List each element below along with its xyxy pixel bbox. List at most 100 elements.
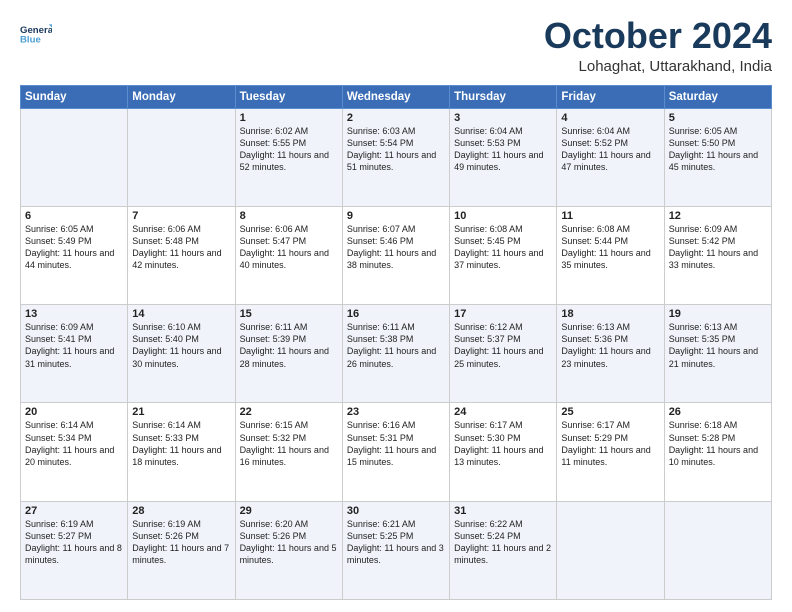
month-title: October 2024 (544, 16, 772, 56)
location: Lohaghat, Uttarakhand, India (544, 58, 772, 75)
day-number: 31 (454, 505, 552, 517)
calendar-cell: 29 Sunrise: 6:20 AMSunset: 5:26 PMDaylig… (235, 501, 342, 599)
calendar-cell: 14 Sunrise: 6:10 AMSunset: 5:40 PMDaylig… (128, 305, 235, 403)
calendar-cell: 10 Sunrise: 6:08 AMSunset: 5:45 PMDaylig… (450, 206, 557, 304)
calendar-cell: 1 Sunrise: 6:02 AMSunset: 5:55 PMDayligh… (235, 108, 342, 206)
calendar-cell: 19 Sunrise: 6:13 AMSunset: 5:35 PMDaylig… (664, 305, 771, 403)
page: General Blue October 2024 Lohaghat, Utta… (0, 0, 792, 612)
calendar-cell: 20 Sunrise: 6:14 AMSunset: 5:34 PMDaylig… (21, 403, 128, 501)
calendar-table: SundayMondayTuesdayWednesdayThursdayFrid… (20, 85, 772, 600)
day-number: 26 (669, 406, 767, 418)
calendar-cell: 3 Sunrise: 6:04 AMSunset: 5:53 PMDayligh… (450, 108, 557, 206)
day-number: 13 (25, 308, 123, 320)
cell-info: Sunrise: 6:09 AMSunset: 5:41 PMDaylight:… (25, 321, 123, 370)
day-number: 25 (561, 406, 659, 418)
calendar-cell (557, 501, 664, 599)
calendar-cell: 28 Sunrise: 6:19 AMSunset: 5:26 PMDaylig… (128, 501, 235, 599)
calendar-cell: 12 Sunrise: 6:09 AMSunset: 5:42 PMDaylig… (664, 206, 771, 304)
cell-info: Sunrise: 6:03 AMSunset: 5:54 PMDaylight:… (347, 125, 445, 174)
day-number: 24 (454, 406, 552, 418)
calendar-cell (664, 501, 771, 599)
calendar-cell: 31 Sunrise: 6:22 AMSunset: 5:24 PMDaylig… (450, 501, 557, 599)
day-header-wednesday: Wednesday (342, 85, 449, 108)
title-block: October 2024 Lohaghat, Uttarakhand, Indi… (544, 16, 772, 75)
cell-info: Sunrise: 6:05 AMSunset: 5:49 PMDaylight:… (25, 223, 123, 272)
day-number: 17 (454, 308, 552, 320)
calendar-cell: 23 Sunrise: 6:16 AMSunset: 5:31 PMDaylig… (342, 403, 449, 501)
cell-info: Sunrise: 6:19 AMSunset: 5:26 PMDaylight:… (132, 518, 230, 567)
calendar-cell: 26 Sunrise: 6:18 AMSunset: 5:28 PMDaylig… (664, 403, 771, 501)
day-number: 22 (240, 406, 338, 418)
cell-info: Sunrise: 6:12 AMSunset: 5:37 PMDaylight:… (454, 321, 552, 370)
day-number: 3 (454, 112, 552, 124)
day-number: 20 (25, 406, 123, 418)
calendar-header-row: SundayMondayTuesdayWednesdayThursdayFrid… (21, 85, 772, 108)
week-row-3: 13 Sunrise: 6:09 AMSunset: 5:41 PMDaylig… (21, 305, 772, 403)
day-header-monday: Monday (128, 85, 235, 108)
calendar-cell: 15 Sunrise: 6:11 AMSunset: 5:39 PMDaylig… (235, 305, 342, 403)
cell-info: Sunrise: 6:15 AMSunset: 5:32 PMDaylight:… (240, 419, 338, 468)
cell-info: Sunrise: 6:18 AMSunset: 5:28 PMDaylight:… (669, 419, 767, 468)
day-number: 5 (669, 112, 767, 124)
cell-info: Sunrise: 6:07 AMSunset: 5:46 PMDaylight:… (347, 223, 445, 272)
header: General Blue October 2024 Lohaghat, Utta… (20, 16, 772, 75)
cell-info: Sunrise: 6:08 AMSunset: 5:45 PMDaylight:… (454, 223, 552, 272)
day-number: 18 (561, 308, 659, 320)
day-header-thursday: Thursday (450, 85, 557, 108)
calendar-cell: 22 Sunrise: 6:15 AMSunset: 5:32 PMDaylig… (235, 403, 342, 501)
week-row-4: 20 Sunrise: 6:14 AMSunset: 5:34 PMDaylig… (21, 403, 772, 501)
cell-info: Sunrise: 6:10 AMSunset: 5:40 PMDaylight:… (132, 321, 230, 370)
day-header-tuesday: Tuesday (235, 85, 342, 108)
day-number: 2 (347, 112, 445, 124)
cell-info: Sunrise: 6:14 AMSunset: 5:33 PMDaylight:… (132, 419, 230, 468)
cell-info: Sunrise: 6:04 AMSunset: 5:52 PMDaylight:… (561, 125, 659, 174)
cell-info: Sunrise: 6:05 AMSunset: 5:50 PMDaylight:… (669, 125, 767, 174)
calendar-cell: 27 Sunrise: 6:19 AMSunset: 5:27 PMDaylig… (21, 501, 128, 599)
cell-info: Sunrise: 6:16 AMSunset: 5:31 PMDaylight:… (347, 419, 445, 468)
cell-info: Sunrise: 6:13 AMSunset: 5:36 PMDaylight:… (561, 321, 659, 370)
day-header-sunday: Sunday (21, 85, 128, 108)
day-number: 28 (132, 505, 230, 517)
day-number: 29 (240, 505, 338, 517)
day-number: 11 (561, 210, 659, 222)
cell-info: Sunrise: 6:22 AMSunset: 5:24 PMDaylight:… (454, 518, 552, 567)
day-number: 21 (132, 406, 230, 418)
cell-info: Sunrise: 6:11 AMSunset: 5:39 PMDaylight:… (240, 321, 338, 370)
day-number: 1 (240, 112, 338, 124)
day-number: 14 (132, 308, 230, 320)
cell-info: Sunrise: 6:08 AMSunset: 5:44 PMDaylight:… (561, 223, 659, 272)
calendar-cell: 25 Sunrise: 6:17 AMSunset: 5:29 PMDaylig… (557, 403, 664, 501)
calendar-cell: 11 Sunrise: 6:08 AMSunset: 5:44 PMDaylig… (557, 206, 664, 304)
cell-info: Sunrise: 6:06 AMSunset: 5:48 PMDaylight:… (132, 223, 230, 272)
calendar-cell: 30 Sunrise: 6:21 AMSunset: 5:25 PMDaylig… (342, 501, 449, 599)
day-number: 19 (669, 308, 767, 320)
calendar-cell: 17 Sunrise: 6:12 AMSunset: 5:37 PMDaylig… (450, 305, 557, 403)
day-number: 6 (25, 210, 123, 222)
calendar-cell: 4 Sunrise: 6:04 AMSunset: 5:52 PMDayligh… (557, 108, 664, 206)
day-header-friday: Friday (557, 85, 664, 108)
cell-info: Sunrise: 6:17 AMSunset: 5:29 PMDaylight:… (561, 419, 659, 468)
calendar-cell: 16 Sunrise: 6:11 AMSunset: 5:38 PMDaylig… (342, 305, 449, 403)
day-header-saturday: Saturday (664, 85, 771, 108)
day-number: 10 (454, 210, 552, 222)
cell-info: Sunrise: 6:21 AMSunset: 5:25 PMDaylight:… (347, 518, 445, 567)
cell-info: Sunrise: 6:09 AMSunset: 5:42 PMDaylight:… (669, 223, 767, 272)
cell-info: Sunrise: 6:14 AMSunset: 5:34 PMDaylight:… (25, 419, 123, 468)
cell-info: Sunrise: 6:17 AMSunset: 5:30 PMDaylight:… (454, 419, 552, 468)
calendar-cell (21, 108, 128, 206)
cell-info: Sunrise: 6:04 AMSunset: 5:53 PMDaylight:… (454, 125, 552, 174)
calendar-cell: 13 Sunrise: 6:09 AMSunset: 5:41 PMDaylig… (21, 305, 128, 403)
calendar-cell: 6 Sunrise: 6:05 AMSunset: 5:49 PMDayligh… (21, 206, 128, 304)
calendar-cell: 5 Sunrise: 6:05 AMSunset: 5:50 PMDayligh… (664, 108, 771, 206)
cell-info: Sunrise: 6:06 AMSunset: 5:47 PMDaylight:… (240, 223, 338, 272)
day-number: 15 (240, 308, 338, 320)
day-number: 4 (561, 112, 659, 124)
logo: General Blue (20, 16, 52, 52)
day-number: 8 (240, 210, 338, 222)
calendar-cell: 21 Sunrise: 6:14 AMSunset: 5:33 PMDaylig… (128, 403, 235, 501)
week-row-5: 27 Sunrise: 6:19 AMSunset: 5:27 PMDaylig… (21, 501, 772, 599)
day-number: 23 (347, 406, 445, 418)
day-number: 9 (347, 210, 445, 222)
day-number: 12 (669, 210, 767, 222)
calendar-cell: 9 Sunrise: 6:07 AMSunset: 5:46 PMDayligh… (342, 206, 449, 304)
